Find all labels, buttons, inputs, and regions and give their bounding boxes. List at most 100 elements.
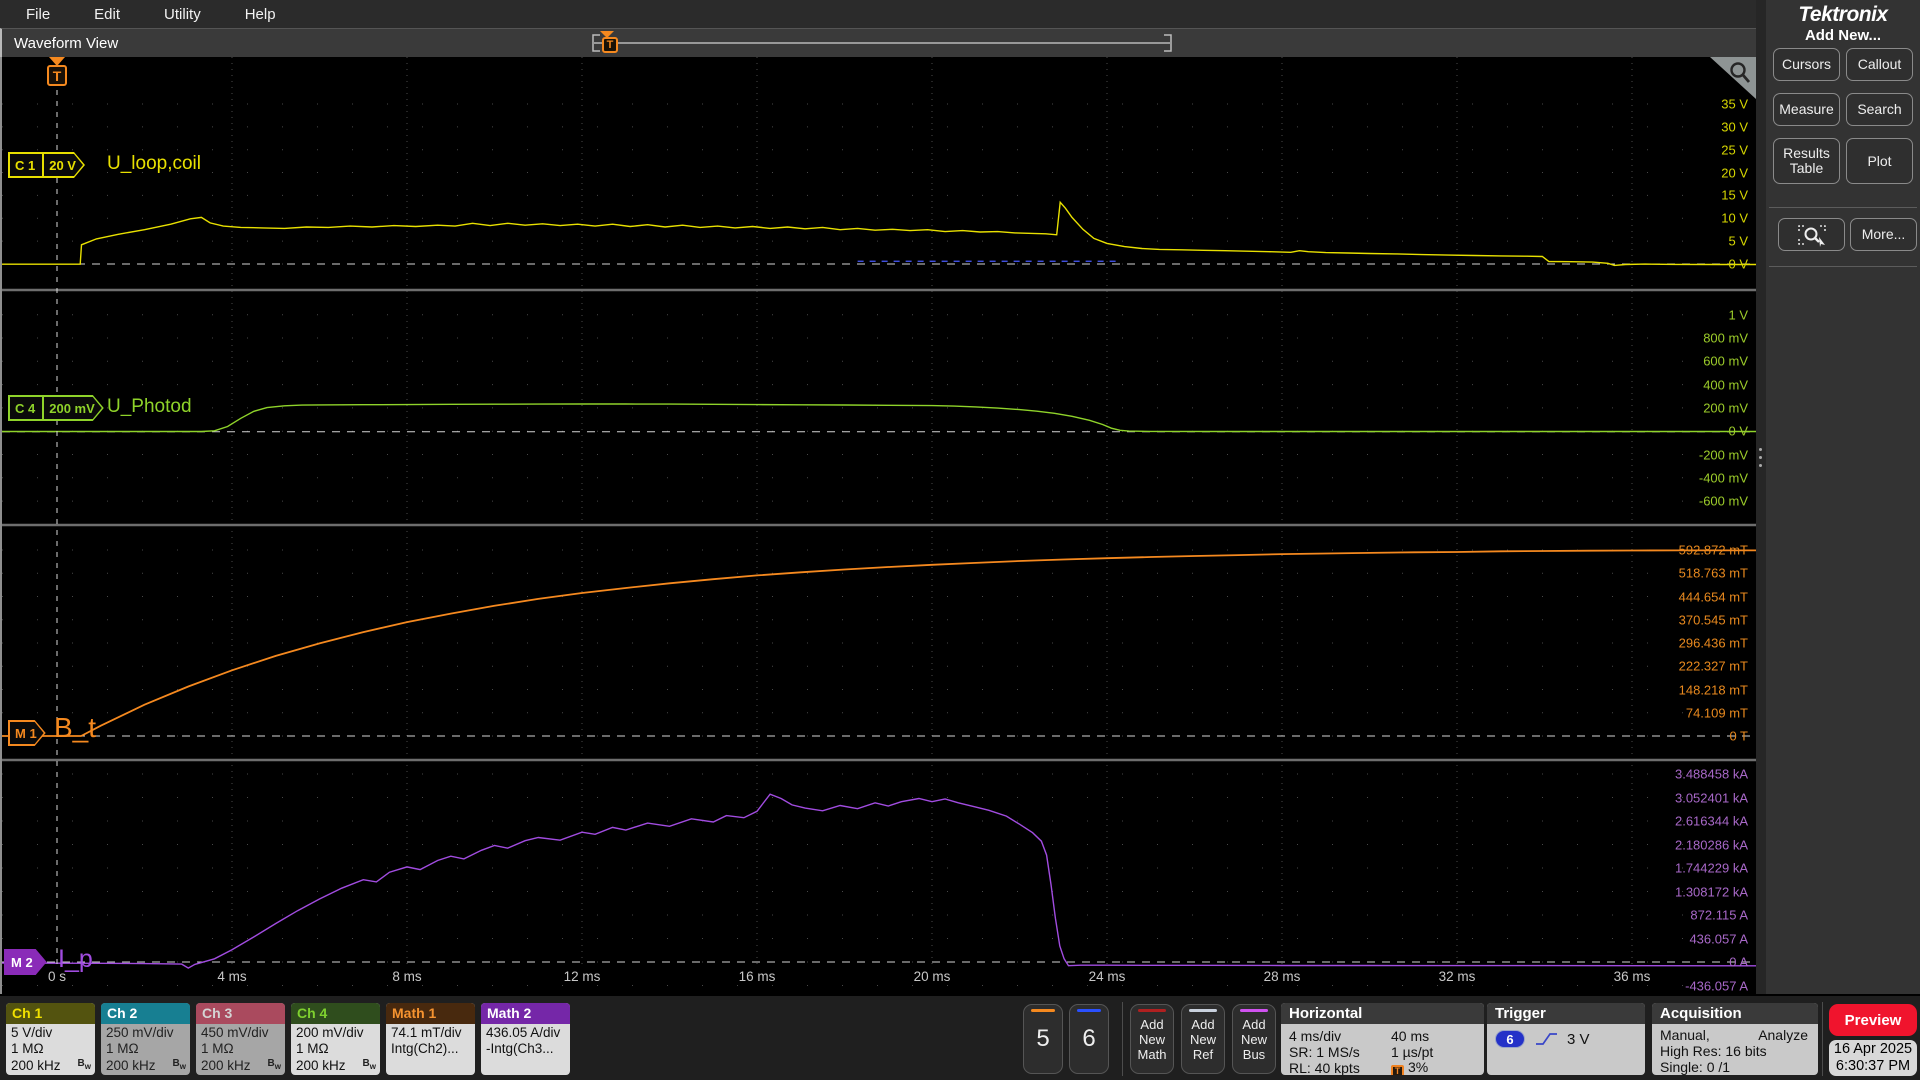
add-new-math-button[interactable]: Add New Math: [1130, 1004, 1174, 1074]
menu-bar: File Edit Utility Help: [0, 0, 1756, 28]
menu-item-utility[interactable]: Utility: [164, 6, 201, 23]
acquisition-panel[interactable]: Acquisition Manual, Analyze High Res: 16…: [1652, 1003, 1818, 1075]
axis-label: 20 V: [1721, 165, 1748, 181]
trigger-position-flag-icon[interactable]: T: [602, 37, 618, 53]
channel-6-button[interactable]: 6: [1069, 1004, 1109, 1074]
horizontal-trigger-position: T 3%: [1391, 1059, 1428, 1075]
channel-card-row: 436.05 A/div: [486, 1025, 561, 1040]
axis-label: 872.115 A: [1690, 907, 1748, 923]
channel-card-math1[interactable]: Math 1 74.1 mT/div Intg(Ch2)...: [386, 1003, 475, 1075]
axis-label: 74.109 mT: [1685, 705, 1748, 721]
trigger-marker-t-icon[interactable]: T: [47, 65, 67, 86]
channel-card-ch2[interactable]: Ch 2 250 mV/div 1 MΩ 200 kHz Bw: [101, 1003, 190, 1075]
zoom-select-button[interactable]: [1778, 218, 1845, 251]
add-new-header: Add New...: [1804, 27, 1882, 44]
add-new-ref-button[interactable]: Add New Ref: [1181, 1004, 1225, 1074]
axis-label: 222.327 mT: [1678, 658, 1748, 674]
preview-button[interactable]: Preview: [1829, 1004, 1917, 1036]
rising-edge-icon: [1536, 1033, 1557, 1045]
badge-ch1-scale: 20 V: [42, 154, 83, 176]
channel-card-row: 1 MΩ: [106, 1041, 139, 1057]
sidebar-measure-button[interactable]: Measure: [1773, 93, 1840, 126]
axis-label: -200 mV: [1698, 447, 1748, 462]
channel-color-stripe: [1077, 1009, 1101, 1012]
trace-label-math1: B_t: [54, 712, 97, 743]
channel-card-ch4[interactable]: Ch 4 200 mV/div 1 MΩ 200 kHz Bw: [291, 1003, 380, 1075]
sidebar-cursors-button[interactable]: Cursors: [1773, 48, 1840, 81]
acquisition-resolution: High Res: 16 bits: [1660, 1043, 1767, 1059]
badge-math1-name: M 1: [15, 725, 37, 741]
sidebar-results-table-button[interactable]: Results Table: [1773, 138, 1840, 184]
bandwidth-limit-icon: Bw: [267, 1058, 281, 1071]
menu-item-help[interactable]: Help: [245, 6, 276, 23]
time-axis-label: 16 ms: [738, 969, 776, 984]
sidebar-search-button[interactable]: Search: [1846, 93, 1913, 126]
waveform-display[interactable]: T C 1 20 V U_loop,coil C 4 200 mV U_Phot…: [0, 57, 1756, 994]
channel-card-body: 436.05 A/div -Intg(Ch3...: [481, 1024, 570, 1058]
time: 6:30:37 PM: [1835, 1058, 1911, 1074]
badge-ch4[interactable]: C 4 200 mV: [8, 395, 104, 421]
axis-label: -400 mV: [1698, 470, 1748, 486]
menu-item-file[interactable]: File: [26, 6, 50, 23]
menu-item-edit[interactable]: Edit: [94, 6, 120, 23]
channel-card-row: 1 MΩ: [11, 1041, 44, 1057]
button-color-stripe: [1240, 1009, 1268, 1012]
add-new-bus-button[interactable]: Add New Bus: [1232, 1004, 1276, 1074]
channel-card-math2[interactable]: Math 2 436.05 A/div -Intg(Ch3...: [481, 1003, 570, 1075]
panel-splitter[interactable]: [1756, 0, 1766, 994]
channel-color-stripe: [1031, 1009, 1055, 1012]
axis-label: 600 mV: [1703, 353, 1748, 369]
sidebar-callout-button[interactable]: Callout: [1846, 48, 1913, 81]
channel-card-header: Math 2: [481, 1003, 570, 1024]
channel-card-row: Intg(Ch2)...: [391, 1041, 459, 1057]
sidebar-button-grid: Cursors Callout Measure Search Results Table…: [1772, 48, 1914, 184]
bandwidth-limit-icon: Bw: [172, 1058, 186, 1071]
sidebar-plot-button[interactable]: Plot: [1846, 138, 1913, 184]
time-axis-label: 20 ms: [913, 969, 951, 984]
axis-label: 15 V: [1721, 187, 1748, 203]
time-axis-label: 0 s: [47, 969, 67, 984]
channel-card-ch1[interactable]: Ch 15 V/div 1 MΩ 200 kHz Bw: [6, 1003, 95, 1075]
scope-channel-buttons: 56: [1023, 1004, 1109, 1074]
badge-ch4-scale: 200 mV: [42, 397, 102, 419]
trace-u_photod: [2, 403, 1756, 433]
axis-label: 1 V: [1728, 307, 1748, 323]
axis-label: 25 V: [1721, 142, 1748, 158]
time-axis-label: 12 ms: [563, 969, 601, 984]
axis-label: -600 mV: [1698, 493, 1748, 509]
time-axis-label: 8 ms: [392, 969, 422, 984]
axis-label: 296.436 mT: [1678, 635, 1748, 651]
trace-i_p: [2, 793, 1756, 969]
channel-card-ch3[interactable]: Ch 3 450 mV/div 1 MΩ 200 kHz Bw: [196, 1003, 285, 1075]
trigger-panel[interactable]: Trigger 6 3 V: [1487, 1003, 1645, 1075]
horizontal-panel[interactable]: Horizontal 4 ms/div 40 ms SR: 1 MS/s 1 µ…: [1281, 1003, 1484, 1075]
waveform-plot: [2, 57, 1756, 986]
time-axis-label: 28 ms: [1263, 969, 1301, 984]
splitter-grip-icon[interactable]: [1759, 448, 1762, 467]
horizontal-scale: 4 ms/div: [1289, 1028, 1342, 1044]
waveform-view-titlebar[interactable]: Waveform View T: [0, 28, 1756, 57]
axis-label: 200 mV: [1703, 400, 1748, 416]
more-button[interactable]: More...: [1850, 218, 1917, 251]
record-view-scrollbar[interactable]: T: [590, 29, 1174, 58]
badge-math2-name: M 2: [11, 954, 33, 970]
badge-ch1[interactable]: C 1 20 V: [8, 152, 85, 178]
channel-cards: Ch 15 V/div 1 MΩ 200 kHz Bw Ch 2 250 mV/div 1 …: [6, 1003, 570, 1075]
horizontal-resolution: 1 µs/pt: [1391, 1044, 1434, 1060]
date: 16 Apr 2025: [1833, 1041, 1913, 1057]
time-axis-label: 4 ms: [217, 969, 247, 984]
page-title: Waveform View: [14, 34, 119, 52]
trigger-t-icon: T: [1391, 1064, 1404, 1075]
trace-label-ch4: U_Photod: [107, 396, 192, 417]
horizontal-record-length: RL: 40 kpts: [1289, 1060, 1360, 1075]
bandwidth-limit-icon: Bw: [77, 1058, 91, 1071]
horizontal-window: 40 ms: [1391, 1028, 1430, 1044]
channel-5-button[interactable]: 5: [1023, 1004, 1063, 1074]
channel-card-body: 74.1 mT/div Intg(Ch2)...: [386, 1024, 475, 1058]
time-axis-label: 36 ms: [1613, 969, 1651, 984]
channel-card-row: 1 MΩ: [201, 1041, 234, 1057]
bandwidth-limit-icon: Bw: [362, 1058, 376, 1071]
axis-label: 30 V: [1721, 119, 1748, 135]
channel-card-row: -Intg(Ch3...: [486, 1041, 554, 1057]
time-axis-label: 24 ms: [1088, 969, 1126, 984]
